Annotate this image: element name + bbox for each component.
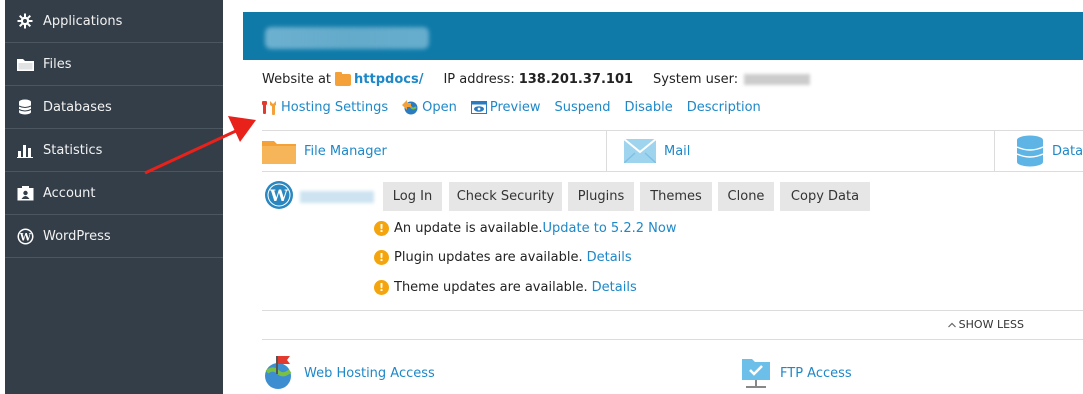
notice-text: Plugin updates are available.: [394, 249, 583, 265]
description-link[interactable]: Description: [687, 100, 761, 115]
main-content: Website at httpdocs/ IP address: 138.201…: [243, 0, 1083, 394]
show-less-row: SHOW LESS: [262, 310, 1083, 340]
notice-text: An update is available.: [394, 220, 543, 236]
wordpress-icon: W: [15, 227, 35, 245]
preview-link[interactable]: Preview: [470, 100, 541, 115]
database-icon: [15, 98, 35, 116]
file-manager-label: File Manager: [304, 143, 387, 159]
envelope-icon: [624, 139, 656, 163]
web-hosting-access-label: Web Hosting Access: [304, 365, 435, 381]
sidebar-item-label: Files: [43, 56, 72, 72]
ftp-access-label: FTP Access: [780, 365, 852, 381]
sidebar-item-files[interactable]: Files: [5, 43, 223, 86]
redacted-site-name: [300, 191, 374, 203]
sidebar-item-label: Account: [43, 185, 96, 201]
domain-header: [243, 12, 1083, 60]
globe-flag-icon: [264, 356, 294, 390]
wp-themes-button[interactable]: Themes: [640, 182, 712, 211]
globe-arrow-icon: [402, 100, 419, 115]
tool-divider: [606, 131, 607, 171]
system-user-label: System user:: [653, 72, 739, 87]
mail-label: Mail: [664, 143, 691, 159]
databases-label: Database: [1052, 143, 1083, 159]
svg-text:W: W: [18, 232, 31, 243]
sidebar-item-label: WordPress: [43, 228, 111, 244]
wp-log-in-button[interactable]: Log In: [383, 182, 442, 211]
redacted-system-user: [744, 74, 811, 85]
warning-icon: !: [374, 249, 389, 265]
sidebar-item-account[interactable]: Account: [5, 172, 223, 215]
wp-clone-button[interactable]: Clone: [718, 182, 774, 211]
bar-chart-icon: [15, 141, 35, 159]
tools-row: File Manager Mail Database: [262, 130, 1083, 172]
warning-icon: !: [374, 279, 389, 295]
tools-icon: [262, 100, 278, 115]
plugin-update-notice: ! Plugin updates are available. Details: [374, 248, 632, 266]
update-now-link[interactable]: Update to 5.2.2 Now: [543, 221, 677, 236]
account-icon: [15, 184, 35, 202]
plugin-details-link[interactable]: Details: [587, 250, 632, 265]
ip-label: IP address:: [443, 72, 515, 87]
wp-copy-data-button[interactable]: Copy Data: [780, 182, 870, 211]
ftp-folder-icon: [742, 356, 770, 390]
website-info: Website at httpdocs/ IP address: 138.201…: [262, 71, 811, 87]
database-icon: [1016, 135, 1044, 167]
notice-text: Theme updates are available.: [394, 279, 588, 295]
show-less-toggle[interactable]: SHOW LESS: [947, 318, 1024, 331]
mail-tool[interactable]: Mail: [624, 131, 690, 171]
web-hosting-access-link[interactable]: Web Hosting Access: [264, 356, 435, 390]
sidebar-item-label: Databases: [43, 99, 112, 115]
wp-plugins-button[interactable]: Plugins: [568, 182, 634, 211]
show-less-label: SHOW LESS: [958, 318, 1024, 331]
preview-label: Preview: [489, 100, 541, 115]
hosting-settings-link[interactable]: Hosting Settings: [262, 100, 388, 115]
ftp-access-link[interactable]: FTP Access: [742, 356, 852, 390]
httpdocs-link[interactable]: httpdocs/: [354, 72, 423, 87]
svg-text:W: W: [269, 186, 289, 205]
redacted-domain-name: [265, 27, 429, 49]
disable-link[interactable]: Disable: [625, 100, 673, 115]
ip-value: 138.201.37.101: [518, 72, 634, 87]
databases-tool[interactable]: Database: [1016, 131, 1083, 171]
gear-icon: [15, 12, 35, 30]
app-root: Applications Files Databases Statistics …: [0, 0, 1083, 394]
theme-details-link[interactable]: Details: [592, 280, 637, 295]
suspend-link[interactable]: Suspend: [555, 100, 611, 115]
preview-icon: [470, 101, 487, 114]
sidebar-item-applications[interactable]: Applications: [5, 0, 223, 43]
sidebar-item-statistics[interactable]: Statistics: [5, 129, 223, 172]
website-prefix: Website at: [262, 72, 332, 87]
wordpress-icon: W: [264, 180, 294, 210]
folder-icon: [335, 71, 352, 86]
sidebar-item-label: Applications: [43, 13, 123, 29]
file-manager-tool[interactable]: File Manager: [262, 131, 387, 171]
wp-check-security-button[interactable]: Check Security: [449, 182, 562, 211]
hosting-settings-label: Hosting Settings: [281, 100, 389, 115]
open-label: Open: [422, 100, 457, 115]
sidebar-item-label: Statistics: [43, 142, 103, 158]
open-link[interactable]: Open: [402, 100, 457, 115]
folder-icon: [15, 55, 35, 73]
folder-icon: [262, 138, 296, 164]
warning-icon: !: [374, 220, 389, 236]
sidebar-item-databases[interactable]: Databases: [5, 86, 223, 129]
website-actions: Hosting Settings Open Preview Suspend Di…: [262, 100, 775, 115]
theme-update-notice: ! Theme updates are available. Details: [374, 278, 637, 296]
sidebar: Applications Files Databases Statistics …: [5, 0, 223, 394]
core-update-notice: ! An update is available. Update to 5.2.…: [374, 219, 676, 237]
tool-divider: [994, 131, 995, 171]
wordpress-section: W Log In Check Security Plugins Themes C…: [262, 178, 1083, 308]
sidebar-item-wordpress[interactable]: W WordPress: [5, 215, 223, 258]
chevron-up-icon: [947, 322, 956, 328]
